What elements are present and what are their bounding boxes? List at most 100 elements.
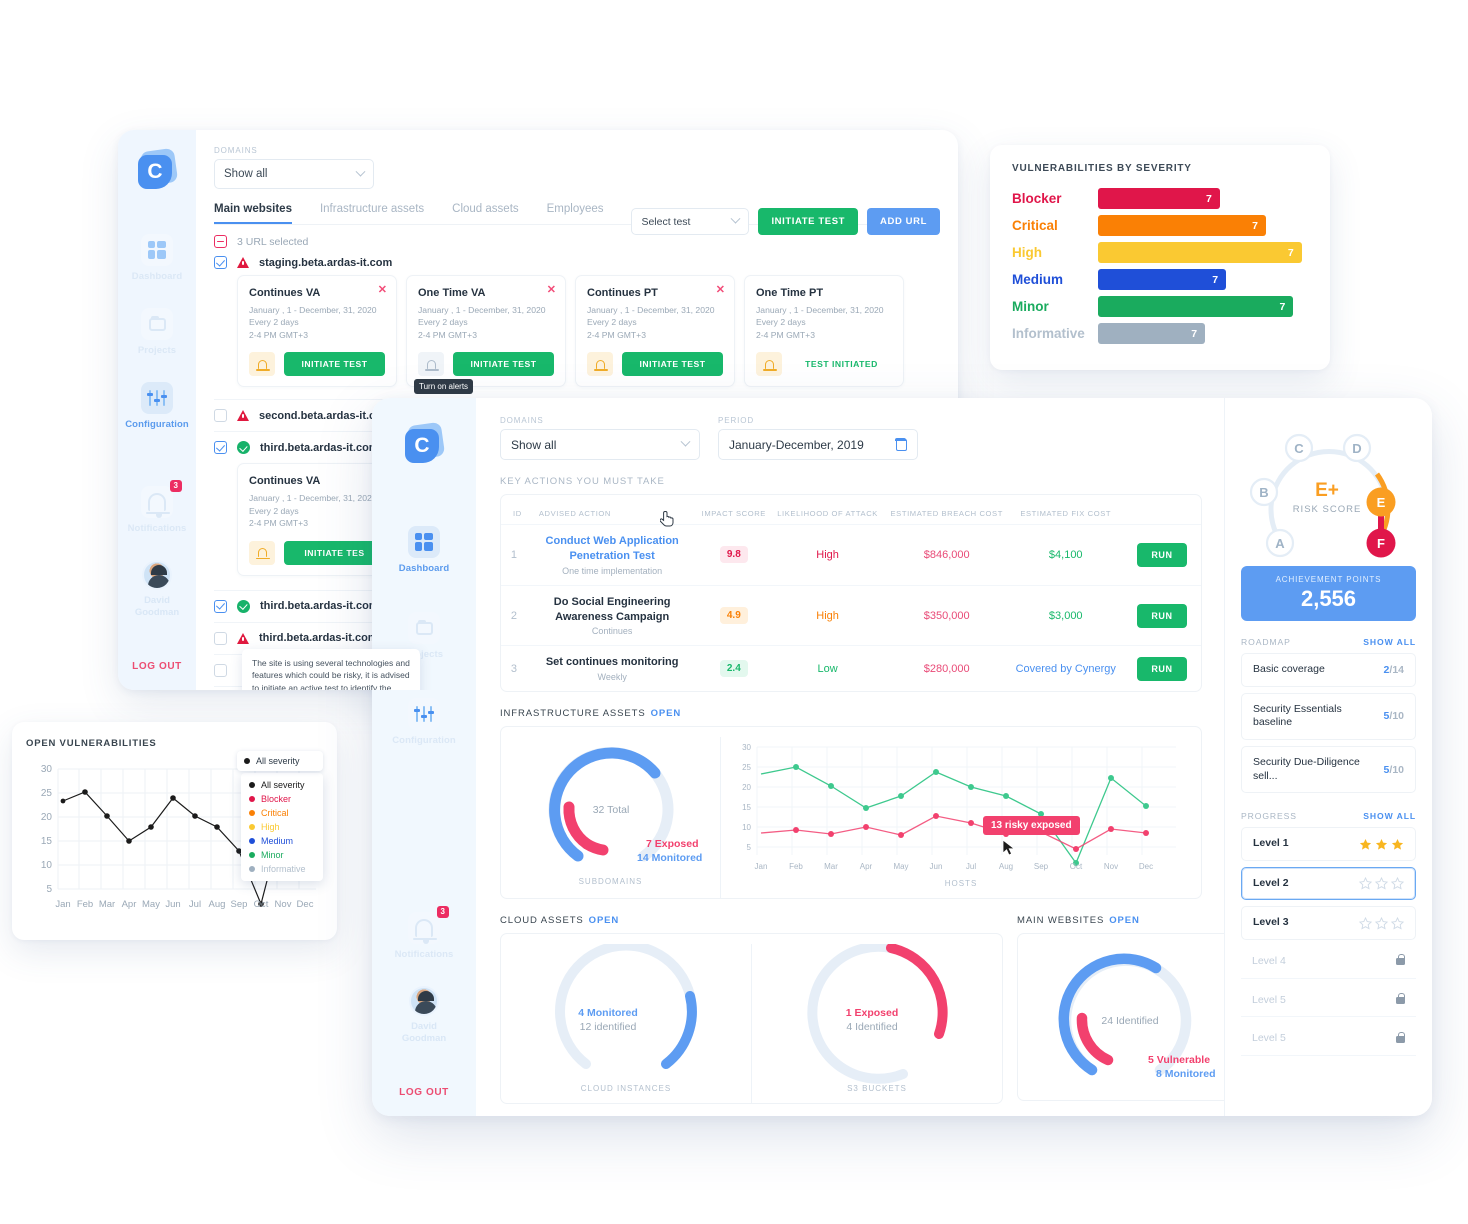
chevron-down-icon xyxy=(730,213,741,224)
run-button[interactable]: RUN xyxy=(1137,542,1187,567)
initiate-test-button[interactable]: INITIATE TES xyxy=(284,540,385,565)
select-test-value: Select test xyxy=(641,215,691,228)
select-all-checkbox[interactable] xyxy=(214,235,227,248)
sidebar-item-notifications[interactable]: 3 Notifications xyxy=(372,906,476,960)
col-breach-cost: ESTIMATED BREACH COST xyxy=(890,509,1003,518)
run-button[interactable]: RUN xyxy=(1137,656,1187,681)
alerts-toggle-button[interactable] xyxy=(249,540,275,565)
roadmap-item[interactable]: Security Due-Diligence sell... 5/10 xyxy=(1241,745,1416,794)
menu-item-blocker[interactable]: Blocker xyxy=(241,792,323,806)
app-logo[interactable]: C xyxy=(136,147,179,192)
row-breach-cost: $280,000 xyxy=(884,645,1009,692)
url-checkbox[interactable] xyxy=(214,256,227,269)
test-card-time: 2-4 PM GMT+3 xyxy=(249,329,308,340)
logout-button[interactable]: LOG OUT xyxy=(132,661,182,672)
menu-item-medium[interactable]: Medium xyxy=(241,834,323,848)
sidebar-item-notifications[interactable]: 3 Notifications xyxy=(118,480,196,534)
sidebar-item-projects[interactable]: Projects xyxy=(118,308,196,356)
alerts-toggle-button[interactable] xyxy=(756,352,782,377)
initiate-test-button[interactable]: INITIATE TEST xyxy=(758,208,859,235)
add-url-button[interactable]: ADD URL xyxy=(867,208,940,235)
svg-text:10: 10 xyxy=(41,860,53,871)
progress-item-level-2[interactable]: Level 2 xyxy=(1241,866,1416,901)
progress-item-level-3[interactable]: Level 3 xyxy=(1241,906,1416,941)
domains-select[interactable]: Show all xyxy=(500,429,700,460)
roadmap-item[interactable]: Basic coverage 2/14 xyxy=(1241,653,1416,687)
progress-item-level-4[interactable]: Level 4 xyxy=(1241,946,1416,979)
severity-bar: 7 xyxy=(1098,188,1220,209)
hosts-chart-svg: 302520 15105 Jan Feb Mar Apr May Jun Jul… xyxy=(742,743,1176,871)
row-fix-cost[interactable]: Covered by Cynergy xyxy=(1008,645,1123,692)
col-likelihood: LIKELIHOOD OF ATTACK xyxy=(777,509,878,518)
donut-monitored-label: 4 Monitored xyxy=(578,1007,638,1019)
svg-text:Jan: Jan xyxy=(755,862,768,871)
url-row: staging.beta.ardas-it.com xyxy=(214,252,940,275)
alerts-toggle-button[interactable]: Turn on alerts xyxy=(414,352,474,395)
select-test-dropdown[interactable]: Select test xyxy=(631,208,750,235)
roadmap-show-all[interactable]: SHOW ALL xyxy=(1363,637,1416,647)
col-fix-cost: ESTIMATED FIX COST xyxy=(1020,509,1112,518)
menu-item-high[interactable]: High xyxy=(241,820,323,834)
dot-icon xyxy=(244,758,250,764)
run-button[interactable]: RUN xyxy=(1137,603,1187,628)
menu-item-informative[interactable]: Informative xyxy=(241,862,323,876)
open-link[interactable]: OPEN xyxy=(651,708,682,719)
tab-cloud-assets[interactable]: Cloud assets xyxy=(452,203,518,224)
url-checkbox[interactable] xyxy=(214,441,227,455)
progress-show-all[interactable]: SHOW ALL xyxy=(1363,811,1416,821)
alerts-toggle-button[interactable] xyxy=(587,352,613,377)
url-checkbox[interactable] xyxy=(214,599,227,613)
bell-off-icon xyxy=(425,359,439,371)
close-icon[interactable]: ✕ xyxy=(378,285,387,296)
alerts-toggle-button[interactable] xyxy=(249,352,275,377)
menu-item-critical[interactable]: Critical xyxy=(241,806,323,820)
progress-item-level-5[interactable]: Level 5 xyxy=(1241,984,1416,1018)
period-picker[interactable]: January-December, 2019 xyxy=(718,429,918,460)
notifications-badge: 3 xyxy=(436,906,449,919)
open-link[interactable]: OPEN xyxy=(589,915,620,926)
sidebar-item-dashboard[interactable]: Dashboard xyxy=(372,526,476,574)
avatar xyxy=(409,986,439,1017)
severity-filter-select[interactable]: All severity xyxy=(237,751,323,771)
sidebar-item-label: Dashboard xyxy=(398,563,450,574)
tab-infrastructure-assets[interactable]: Infrastructure assets xyxy=(320,203,424,224)
logout-button[interactable]: LOG OUT xyxy=(399,1087,449,1098)
row-action-title[interactable]: Do Social Engineering Awareness Campaign xyxy=(531,595,694,625)
row-action-link[interactable]: Conduct Web Application Penetration Test xyxy=(531,534,694,564)
url-checkbox[interactable] xyxy=(214,409,227,423)
test-card-time: 2-4 PM GMT+3 xyxy=(418,329,477,340)
row-impact: 2.4 xyxy=(697,645,771,692)
tab-employees[interactable]: Employees xyxy=(547,203,604,224)
roadmap-item[interactable]: Security Essentials baseline 5/10 xyxy=(1241,692,1416,740)
chevron-down-icon xyxy=(680,436,691,447)
user-profile[interactable]: David Goodman xyxy=(118,560,196,619)
open-link[interactable]: OPEN xyxy=(1109,915,1140,926)
url-checkbox[interactable] xyxy=(214,663,227,677)
dot-icon xyxy=(249,838,255,844)
row-run-cell: RUN xyxy=(1122,645,1201,692)
row-impact: 4.9 xyxy=(697,584,771,646)
progress-item-level-5-b[interactable]: Level 5 xyxy=(1241,1023,1416,1057)
sidebar-item-dashboard[interactable]: Dashboard xyxy=(118,234,196,282)
svg-text:Dec: Dec xyxy=(1139,862,1153,871)
menu-item-all-severity[interactable]: All severity xyxy=(241,778,323,792)
menu-item-minor[interactable]: Minor xyxy=(241,848,323,862)
close-icon[interactable]: ✕ xyxy=(716,285,725,296)
row-action-sub: Weekly xyxy=(597,672,627,683)
domains-select[interactable]: Show all xyxy=(214,159,374,189)
row-action-title[interactable]: Set continues monitoring xyxy=(531,655,694,670)
initiate-test-button[interactable]: INITIATE TEST xyxy=(622,352,723,377)
url-checkbox[interactable] xyxy=(214,631,227,645)
sidebar-item-configuration[interactable]: Configuration xyxy=(372,698,476,746)
close-icon[interactable]: ✕ xyxy=(547,285,556,296)
user-profile[interactable]: David Goodman xyxy=(372,986,476,1045)
sidebar-item-configuration[interactable]: Configuration xyxy=(118,382,196,430)
progress-item-level-1[interactable]: Level 1 xyxy=(1241,827,1416,861)
initiate-test-button[interactable]: INITIATE TEST xyxy=(453,352,554,377)
card-title: OPEN VULNERABILITIES xyxy=(26,738,157,749)
initiate-test-button[interactable]: INITIATE TEST xyxy=(284,352,385,377)
tab-main-websites[interactable]: Main websites xyxy=(214,203,292,224)
lock-icon xyxy=(1396,993,1405,1005)
app-logo[interactable]: C xyxy=(403,421,446,466)
user-first-name: David xyxy=(411,1021,437,1033)
